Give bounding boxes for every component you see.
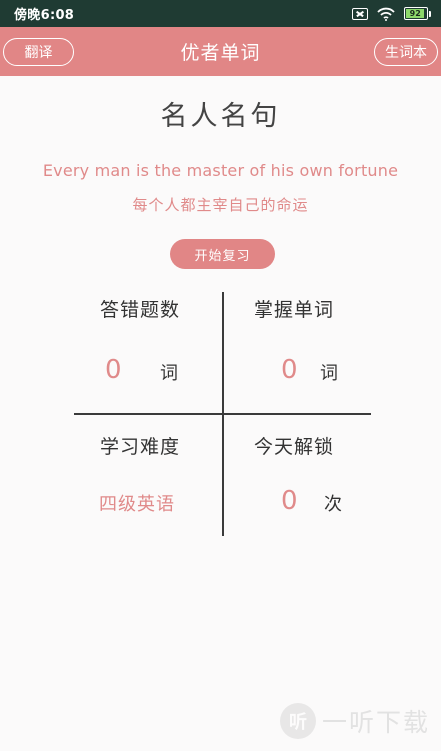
translate-button[interactable]: 翻译	[3, 38, 74, 66]
wrong-count-value: 0	[105, 355, 122, 385]
quote-english: Every man is the master of his own fortu…	[42, 161, 399, 180]
mastered-words-value: 0	[281, 355, 298, 385]
unlocked-today-unit: 次	[324, 494, 342, 515]
difficulty-label: 学习难度	[100, 436, 181, 458]
status-icons: 92	[352, 7, 431, 21]
vocabulary-book-button[interactable]: 生词本	[374, 38, 438, 66]
page-title: 优者单词	[180, 42, 261, 64]
app-header: 翻译 优者单词 生词本	[0, 27, 441, 76]
watermark-text: 一听下载	[322, 708, 431, 737]
mastered-words-unit: 词	[320, 363, 338, 384]
sim-card-icon	[352, 7, 368, 20]
status-bar: 傍晚6:08 92	[0, 0, 441, 27]
wifi-icon	[377, 7, 395, 21]
grid-divider-horizontal	[74, 413, 371, 415]
watermark-logo-icon: 听	[280, 703, 316, 739]
wrong-count-unit: 词	[160, 363, 178, 384]
difficulty-value: 四级英语	[99, 494, 175, 515]
watermark: 听 一听下载	[280, 703, 430, 739]
status-time: 傍晚6:08	[14, 8, 75, 23]
quote-chinese: 每个人都主宰自己的命运	[132, 196, 309, 214]
battery-level: 92	[406, 9, 425, 18]
quote-heading: 名人名句	[160, 101, 281, 132]
start-review-button[interactable]: 开始复习	[170, 239, 275, 269]
unlocked-today-value: 0	[281, 486, 298, 516]
battery-icon: 92	[404, 7, 431, 20]
mastered-words-label: 掌握单词	[254, 299, 335, 321]
unlocked-today-label: 今天解锁	[254, 436, 335, 458]
wrong-count-label: 答错题数	[100, 299, 181, 321]
